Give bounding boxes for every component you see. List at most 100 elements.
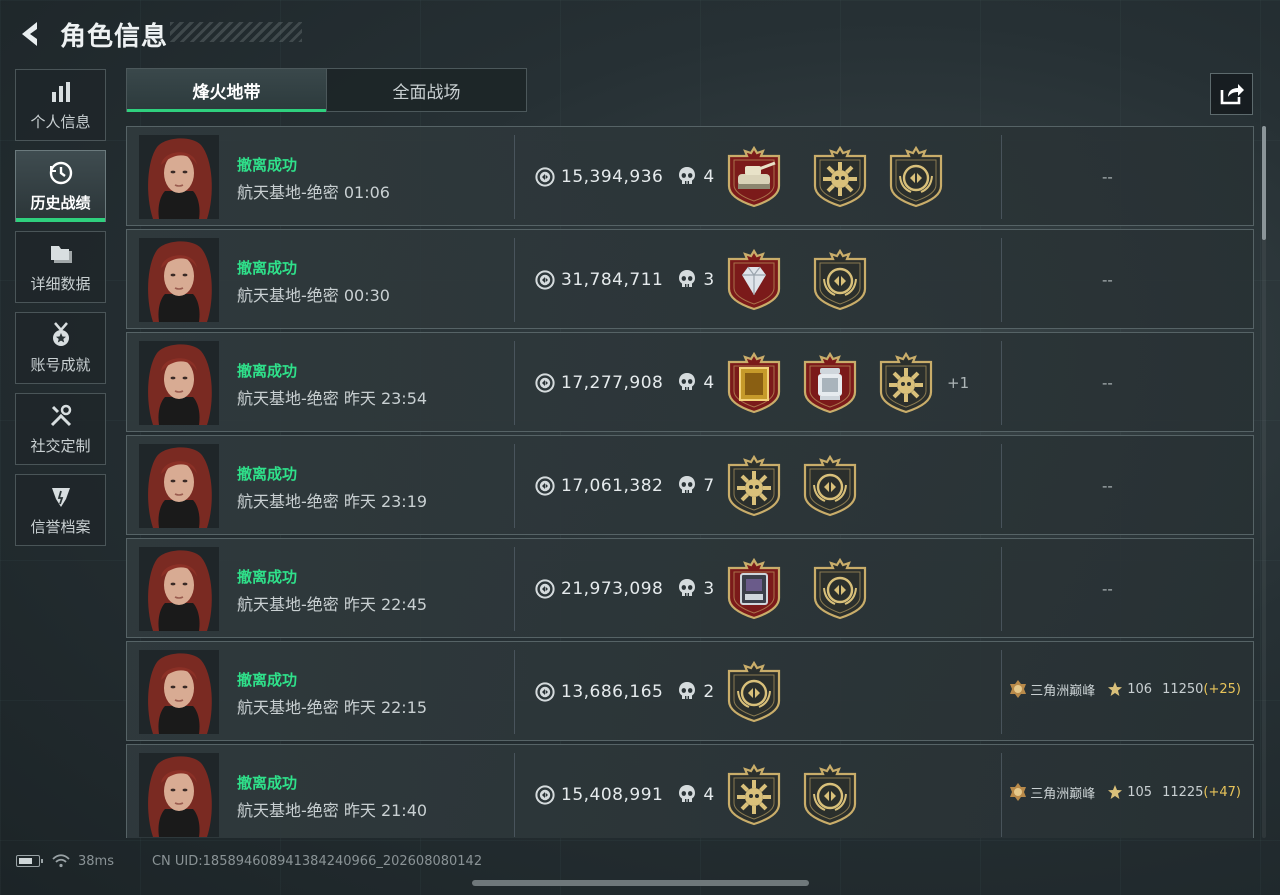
map-and-time: 航天基地-绝密 昨天 22:15 <box>237 698 428 717</box>
ping-value: 38ms <box>78 853 114 869</box>
record-row[interactable]: 撤离成功 航天基地-绝密 昨天 22:45 21,973,098 3 -- <box>126 538 1254 638</box>
title-decoration <box>170 22 302 42</box>
skull-star-badge-icon[interactable] <box>877 351 935 414</box>
rank-stars: 105 <box>1127 784 1153 800</box>
value-group: 17,061,382 7 <box>535 474 714 498</box>
record-row[interactable]: 撤离成功 航天基地-绝密 昨天 23:19 17,061,382 7 -- <box>126 435 1254 535</box>
value-group: 17,277,908 4 <box>535 371 714 395</box>
emblem-badge-icon[interactable] <box>887 145 945 208</box>
emblem-badge-icon[interactable] <box>725 660 783 723</box>
record-row[interactable]: 撤离成功 航天基地-绝密 昨天 22:15 13,686,165 2 三角洲巅峰 106 1… <box>126 641 1254 741</box>
wifi-icon <box>52 854 70 868</box>
divider <box>514 135 515 219</box>
skull-icon <box>677 269 697 291</box>
folder-icon <box>48 241 74 267</box>
loot-value: 15,408,991 <box>561 785 664 805</box>
rank-name: 三角洲巅峰 <box>1030 683 1096 699</box>
device-badge-icon[interactable] <box>725 557 783 620</box>
back-button[interactable] <box>14 16 48 52</box>
value-group: 15,394,936 4 <box>535 165 714 189</box>
sidebar-item-detailed-data[interactable]: 详细数据 <box>15 231 106 303</box>
skull-icon <box>677 578 697 600</box>
page-title: 角色信息 <box>60 21 169 52</box>
coin-icon <box>535 682 555 702</box>
skull-star-badge-icon[interactable] <box>725 454 783 517</box>
extract-status: 撤离成功 <box>237 671 298 689</box>
emblem-badge-icon[interactable] <box>801 454 859 517</box>
extract-status: 撤离成功 <box>237 774 298 792</box>
divider <box>1001 341 1002 425</box>
tab-fire-zone[interactable]: 烽火地带 <box>127 69 326 112</box>
rank-emblem-icon <box>1008 679 1028 699</box>
divider <box>1001 753 1002 837</box>
skull-icon <box>677 784 697 806</box>
extract-status: 撤离成功 <box>237 259 298 277</box>
rank-delta: (+47) <box>1203 784 1241 800</box>
status-footer: 38ms CN UID:185894608941384240966_202608… <box>16 851 482 871</box>
avatar <box>139 753 219 837</box>
kill-count: 4 <box>703 373 715 393</box>
scrollbar[interactable] <box>1262 126 1266 838</box>
back-arrow-icon <box>22 22 37 46</box>
lantern-badge-icon[interactable] <box>801 351 859 414</box>
loot-value: 17,277,908 <box>561 373 664 393</box>
skull-star-badge-icon[interactable] <box>811 145 869 208</box>
kill-count: 4 <box>703 167 715 187</box>
skull-star-badge-icon[interactable] <box>725 763 783 826</box>
map-and-time: 航天基地-绝密 昨天 23:19 <box>237 492 428 511</box>
avatar <box>139 650 219 734</box>
sidebar-item-history[interactable]: 历史战绩 <box>15 150 106 222</box>
sidebar-item-label: 信誉档案 <box>30 517 91 536</box>
value-group: 31,784,711 3 <box>535 268 714 292</box>
diamond-badge-icon[interactable] <box>725 248 783 311</box>
loot-value: 17,061,382 <box>561 476 664 496</box>
coin-icon <box>535 373 555 393</box>
more-badges-count[interactable]: +1 <box>947 374 969 392</box>
rank-info: 三角洲巅峰 105 11225 (+47) <box>1008 782 1241 802</box>
divider <box>1001 444 1002 528</box>
map-and-time: 航天基地-绝密 昨天 21:40 <box>237 801 428 820</box>
rank-score: 11225 <box>1162 784 1204 800</box>
badge-list: +1 <box>725 351 969 414</box>
sidebar-item-credit[interactable]: 信誉档案 <box>15 474 106 546</box>
sidebar-item-label: 历史战绩 <box>30 193 91 212</box>
emblem-badge-icon[interactable] <box>811 248 869 311</box>
share-button[interactable] <box>1210 73 1253 115</box>
record-row[interactable]: 撤离成功 航天基地-绝密 00:30 31,784,711 3 -- <box>126 229 1254 329</box>
record-row[interactable]: 撤离成功 航天基地-绝密 昨天 21:40 15,408,991 4 三角洲巅峰 105 1… <box>126 744 1254 838</box>
badge-list <box>725 145 963 208</box>
avatar <box>139 135 219 219</box>
medal-icon <box>48 321 74 348</box>
rank-emblem-icon <box>1008 782 1028 802</box>
coin-icon <box>535 476 555 496</box>
sidebar-item-social-custom[interactable]: 社交定制 <box>15 393 106 465</box>
divider <box>514 341 515 425</box>
rank-empty: -- <box>1102 271 1113 289</box>
record-list[interactable]: 撤离成功 航天基地-绝密 01:06 15,394,936 4 -- 撤离成功 航天基地-绝… <box>126 126 1254 838</box>
emblem-badge-icon[interactable] <box>801 763 859 826</box>
record-row[interactable]: 撤离成功 航天基地-绝密 01:06 15,394,936 4 -- <box>126 126 1254 226</box>
gold-frame-badge-icon[interactable] <box>725 351 783 414</box>
scrollbar-thumb[interactable] <box>1262 126 1266 240</box>
kill-count: 3 <box>703 270 715 290</box>
rank-stars: 106 <box>1127 681 1153 697</box>
extract-status: 撤离成功 <box>237 362 298 380</box>
mode-tabs: 烽火地带 全面战场 <box>126 68 527 112</box>
home-indicator[interactable] <box>472 880 809 886</box>
tab-full-battlefield[interactable]: 全面战场 <box>326 69 526 111</box>
sidebar-item-label: 社交定制 <box>30 436 91 455</box>
sidebar-item-personal-info[interactable]: 个人信息 <box>15 69 106 141</box>
divider <box>1001 135 1002 219</box>
kill-count: 3 <box>703 579 715 599</box>
tank-badge-icon[interactable] <box>725 145 783 208</box>
divider <box>1001 650 1002 734</box>
emblem-badge-icon[interactable] <box>811 557 869 620</box>
record-row[interactable]: 撤离成功 航天基地-绝密 昨天 23:54 17,277,908 4 +1 -- <box>126 332 1254 432</box>
tools-icon <box>48 403 74 429</box>
sidebar-item-achievements[interactable]: 账号成就 <box>15 312 106 384</box>
kill-count: 4 <box>703 785 715 805</box>
value-group: 21,973,098 3 <box>535 577 714 601</box>
sidebar-item-label: 账号成就 <box>30 355 91 374</box>
sidebar-item-label: 个人信息 <box>30 112 91 131</box>
coin-icon <box>535 270 555 290</box>
